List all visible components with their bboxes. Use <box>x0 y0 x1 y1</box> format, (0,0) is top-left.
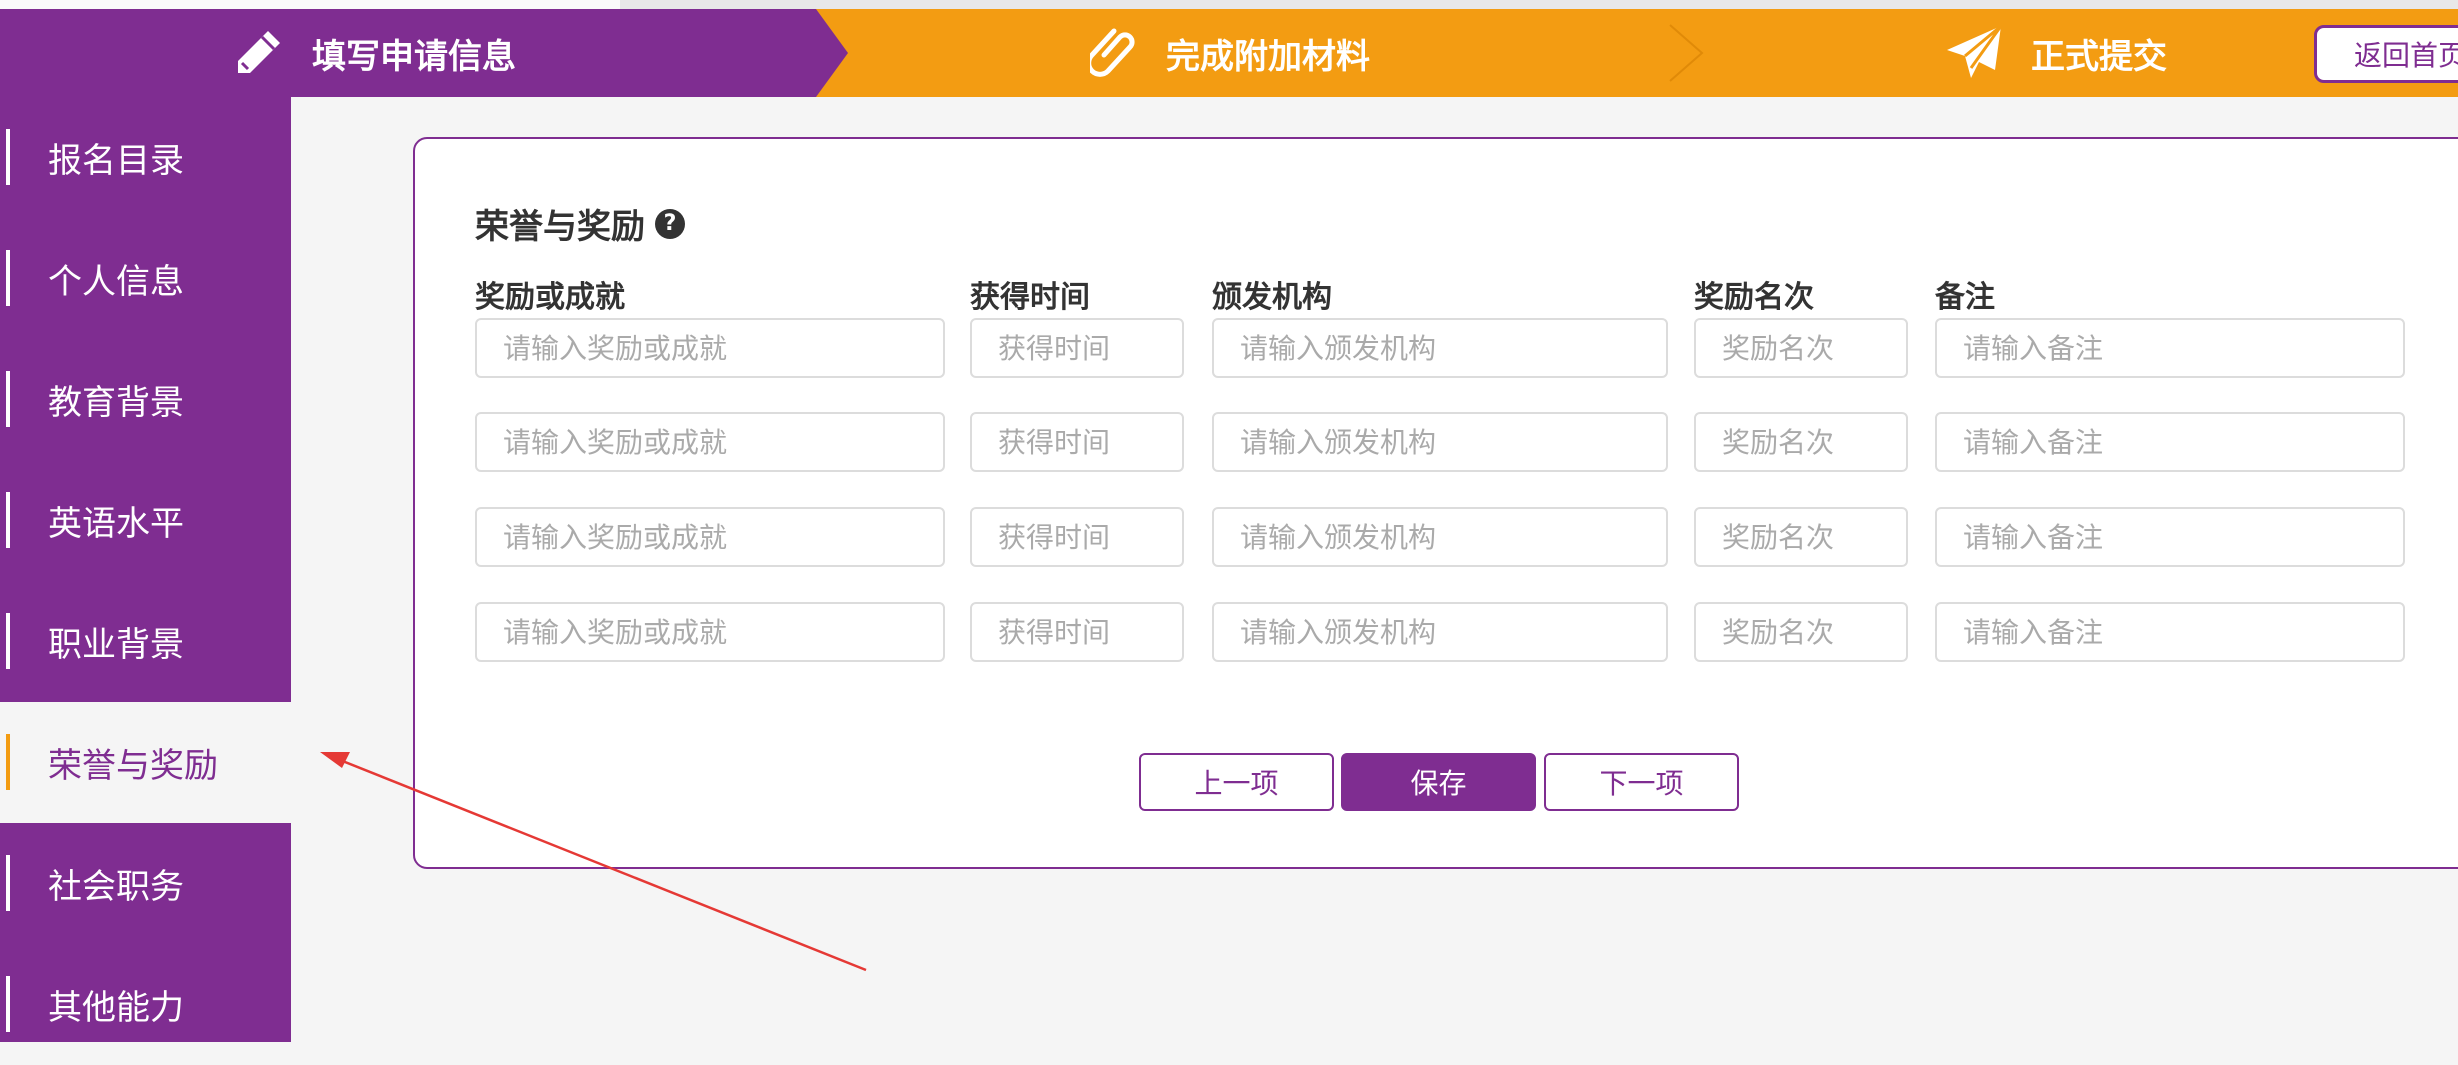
sidebar-item[interactable]: 职业背景 <box>0 581 291 702</box>
column-header-time: 获得时间 <box>970 280 1090 315</box>
award-time-input[interactable] <box>970 318 1184 378</box>
sidebar-item[interactable]: 荣誉与奖励 <box>0 702 291 823</box>
award-time-input[interactable] <box>970 602 1184 662</box>
progress-steps: 填写申请信息 完成附加材料 正式提交 返回首页 <box>0 9 2458 97</box>
sidebar-item-indicator <box>6 129 10 185</box>
sidebar-item-indicator <box>6 734 10 790</box>
award-time-input[interactable] <box>970 412 1184 472</box>
sidebar-item-label: 报名目录 <box>48 141 184 181</box>
section-title: 荣誉与奖励 ? <box>475 199 685 248</box>
step-label: 填写申请信息 <box>312 36 516 77</box>
award-rank-input[interactable] <box>1694 507 1908 567</box>
sidebar-item[interactable]: 个人信息 <box>0 218 291 339</box>
award-rank-input[interactable] <box>1694 602 1908 662</box>
sidebar-item-indicator <box>6 613 10 669</box>
step-active-arrow <box>816 9 848 97</box>
question-circle-icon[interactable]: ? <box>655 208 685 239</box>
note-input[interactable] <box>1935 602 2405 662</box>
sidebar-item-label: 教育背景 <box>48 383 184 423</box>
sidebar-item-label: 荣誉与奖励 <box>48 746 218 786</box>
sidebar-item-indicator <box>6 492 10 548</box>
sidebar-item[interactable]: 社会职务 <box>0 823 291 944</box>
next-button[interactable]: 下一项 <box>1544 753 1739 811</box>
issuing-org-input[interactable] <box>1212 412 1668 472</box>
sidebar-item[interactable]: 英语水平 <box>0 460 291 581</box>
step-separator-icon <box>1669 24 1704 82</box>
award-input[interactable] <box>475 602 945 662</box>
sidebar-item-indicator <box>6 976 10 1032</box>
step-materials: 完成附加材料 <box>1090 9 1370 97</box>
note-input[interactable] <box>1935 507 2405 567</box>
sidebar-item[interactable]: 教育背景 <box>0 339 291 460</box>
prev-button[interactable]: 上一项 <box>1139 753 1334 811</box>
honors-form-card: 荣誉与奖励 ? 奖励或成就 获得时间 颁发机构 奖励名次 备注 上一项 保存 下… <box>413 137 2458 869</box>
award-rank-input[interactable] <box>1694 412 1908 472</box>
sidebar-item-label: 社会职务 <box>48 867 184 907</box>
save-button[interactable]: 保存 <box>1341 753 1536 811</box>
note-input[interactable] <box>1935 412 2405 472</box>
paperclip-icon <box>1090 28 1135 77</box>
sidebar-item[interactable]: 其他能力 <box>0 944 291 1065</box>
step-label: 正式提交 <box>2031 36 2167 77</box>
section-title-text: 荣誉与奖励 <box>475 207 645 247</box>
sidebar-item-label: 英语水平 <box>48 504 184 544</box>
sidebar-item-label: 职业背景 <box>48 625 184 665</box>
award-input[interactable] <box>475 507 945 567</box>
note-input[interactable] <box>1935 318 2405 378</box>
column-header-award: 奖励或成就 <box>475 280 625 315</box>
home-button[interactable]: 返回首页 <box>2314 25 2458 83</box>
award-time-input[interactable] <box>970 507 1184 567</box>
sidebar-item[interactable]: 报名目录 <box>0 97 291 218</box>
column-header-rank: 奖励名次 <box>1694 280 1814 315</box>
paper-plane-icon <box>1947 24 2003 78</box>
pencil-icon <box>238 31 280 73</box>
issuing-org-input[interactable] <box>1212 602 1668 662</box>
step-submit: 正式提交 <box>1945 9 2167 97</box>
browser-strip <box>0 0 2458 9</box>
award-rank-input[interactable] <box>1694 318 1908 378</box>
browser-tab <box>0 0 620 9</box>
sidebar-item-indicator <box>6 855 10 911</box>
award-input[interactable] <box>475 318 945 378</box>
issuing-org-input[interactable] <box>1212 507 1668 567</box>
column-header-note: 备注 <box>1935 280 1995 315</box>
sidebar-item-indicator <box>6 371 10 427</box>
award-input[interactable] <box>475 412 945 472</box>
step-label: 完成附加材料 <box>1166 36 1370 77</box>
step-fill-info: 填写申请信息 <box>232 9 516 97</box>
sidebar-item-indicator <box>6 250 10 306</box>
sidebar-item-label: 其他能力 <box>48 988 184 1028</box>
column-header-org: 颁发机构 <box>1212 280 1332 315</box>
issuing-org-input[interactable] <box>1212 318 1668 378</box>
sidebar-item-label: 个人信息 <box>48 262 184 302</box>
